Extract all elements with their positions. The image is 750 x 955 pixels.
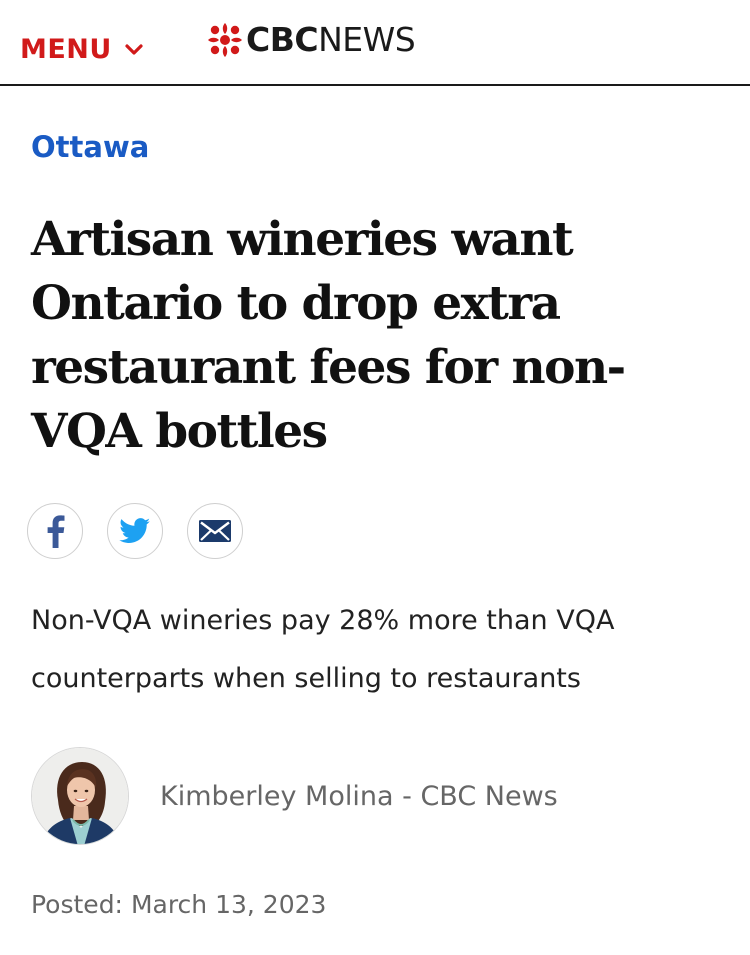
twitter-icon — [119, 518, 151, 543]
share-twitter-button[interactable] — [107, 503, 163, 559]
brand-cbc-text: CBC — [246, 20, 319, 59]
article-headline: Artisan wineries want Ontario to drop ex… — [31, 208, 731, 464]
site-header: MENU CBC NEWS — [0, 0, 750, 86]
headline-line: Ontario to drop extra — [31, 276, 561, 331]
share-buttons — [27, 503, 267, 559]
share-email-button[interactable] — [187, 503, 243, 559]
author-name-link[interactable]: Kimberley Molina — [160, 781, 394, 812]
chevron-down-icon — [125, 44, 143, 55]
author-photo — [32, 748, 128, 844]
author-avatar[interactable] — [31, 747, 129, 845]
menu-button[interactable]: MENU — [20, 33, 144, 67]
email-icon — [199, 520, 231, 542]
section-link-ottawa[interactable]: Ottawa — [31, 128, 149, 166]
facebook-icon — [47, 515, 65, 548]
brand-news-text: NEWS — [318, 20, 416, 59]
share-facebook-button[interactable] — [27, 503, 83, 559]
byline-separator: - — [393, 781, 421, 812]
headline-line: restaurant fees for non- — [31, 340, 626, 395]
cbc-gem-icon — [208, 23, 242, 57]
author-outlet: CBC News — [420, 781, 558, 812]
headline-line: Artisan wineries want — [31, 212, 574, 267]
article-deck: Non-VQA wineries pay 28% more than VQA c… — [31, 592, 721, 708]
deck-line: Non-VQA wineries pay 28% more than VQA — [31, 605, 615, 636]
deck-line: counterparts when selling to restaurants — [31, 663, 581, 694]
posted-label: Posted: — [31, 890, 123, 919]
posted-date: March 13, 2023 — [130, 890, 327, 919]
article-page: MENU CBC NEWS Ottawa Artisan wineries wa… — [0, 0, 750, 955]
posted-timestamp: Posted: March 13, 2023 — [31, 888, 326, 922]
author-byline: Kimberley Molina - CBC News — [160, 779, 558, 815]
headline-line: VQA bottles — [31, 404, 328, 459]
cbc-news-logo[interactable]: CBC NEWS — [207, 20, 416, 60]
menu-label: MENU — [20, 34, 112, 65]
